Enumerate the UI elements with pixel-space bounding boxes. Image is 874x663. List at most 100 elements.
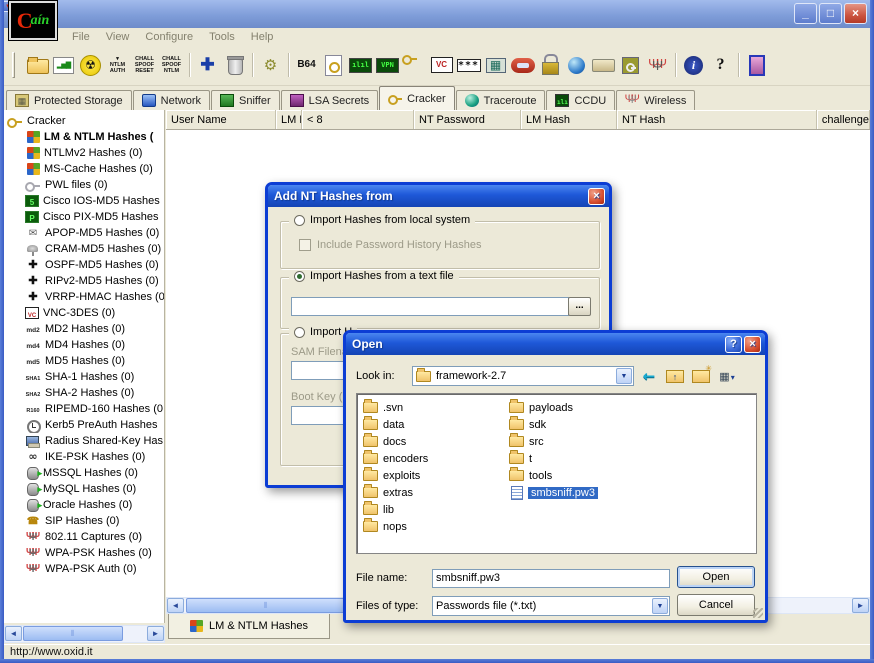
tree-item[interactable]: Kerb5 PreAuth Hashes xyxy=(4,417,164,433)
tree-item[interactable]: OSPF-MD5 Hashes (0) xyxy=(4,257,164,273)
help-icon[interactable]: ? xyxy=(725,336,742,353)
dialog-title-bar[interactable]: Add NT Hashes from × xyxy=(268,185,609,207)
folder-item[interactable]: lib xyxy=(363,501,428,518)
column-header[interactable]: User Name xyxy=(166,110,276,129)
apr-button[interactable] xyxy=(77,50,104,80)
maximize-button[interactable]: □ xyxy=(819,3,842,24)
tree-item[interactable]: SHA-2 Hashes (0) xyxy=(4,385,164,401)
dialup-decoder-button[interactable] xyxy=(590,50,617,80)
cisco-type7-decoder-button[interactable] xyxy=(347,50,374,80)
tree-item[interactable]: VRRP-HMAC Hashes (0 xyxy=(4,289,164,305)
hash-calculator-button[interactable] xyxy=(482,50,509,80)
folder-item[interactable]: payloads xyxy=(509,399,598,416)
tree-item[interactable]: RIPEMD-160 Hashes (0 xyxy=(4,401,164,417)
back-button[interactable]: ← xyxy=(638,366,660,386)
import-local-radio[interactable] xyxy=(294,215,305,226)
tree-item[interactable]: MD4 Hashes (0) xyxy=(4,337,164,353)
open-file-button[interactable] xyxy=(23,50,50,80)
folder-item[interactable]: t xyxy=(509,450,598,467)
folder-item[interactable]: docs xyxy=(363,433,428,450)
configure-button[interactable] xyxy=(257,50,284,80)
column-header[interactable]: NT Password xyxy=(414,110,521,129)
tree-item[interactable]: MD5 Hashes (0) xyxy=(4,353,164,369)
column-header[interactable]: LM Password xyxy=(276,110,302,129)
vnc-decoder-button[interactable] xyxy=(428,50,455,80)
import-textfile-radio[interactable] xyxy=(294,271,305,282)
tab-ccdu[interactable]: CCDU xyxy=(546,90,615,110)
tree-item[interactable]: WPA-PSK Hashes (0) xyxy=(4,545,164,561)
tree-item[interactable]: Cracker xyxy=(4,113,164,129)
tree-item[interactable]: MD2 Hashes (0) xyxy=(4,321,164,337)
password-history-checkbox[interactable] xyxy=(299,239,311,251)
tree-item[interactable]: RIPv2-MD5 Hashes (0) xyxy=(4,273,164,289)
tree-item[interactable]: VNC-3DES (0) xyxy=(4,305,164,321)
remote-desktop-decoder-button[interactable] xyxy=(563,50,590,80)
menu-help[interactable]: Help xyxy=(243,30,282,44)
access-decoder-button[interactable] xyxy=(320,50,347,80)
file-name-input[interactable] xyxy=(432,569,670,588)
scroll-thumb[interactable] xyxy=(186,598,346,613)
resize-grip[interactable] xyxy=(751,606,764,619)
tree-item[interactable]: LM & NTLM Hashes ( xyxy=(4,129,164,145)
view-menu-button[interactable]: ▦ xyxy=(716,366,738,386)
folder-item[interactable]: data xyxy=(363,416,428,433)
tree-item[interactable]: IKE-PSK Hashes (0) xyxy=(4,449,164,465)
scroll-right-icon[interactable]: ► xyxy=(852,598,869,613)
folder-item[interactable]: exploits xyxy=(363,467,428,484)
column-header[interactable]: LM Hash xyxy=(521,110,617,129)
folder-item[interactable]: sdk xyxy=(509,416,598,433)
tree-item[interactable]: WPA-PSK Auth (0) xyxy=(4,561,164,577)
tree-item[interactable]: SIP Hashes (0) xyxy=(4,513,164,529)
look-in-dropdown[interactable]: framework-2.7 ▼ xyxy=(412,366,634,386)
tree-item[interactable]: MSSQL Hashes (0) xyxy=(4,465,164,481)
chevron-down-icon[interactable]: ▼ xyxy=(616,368,632,384)
info-button[interactable] xyxy=(680,50,707,80)
tree-item[interactable]: SHA-1 Hashes (0) xyxy=(4,369,164,385)
new-folder-button[interactable] xyxy=(690,366,712,386)
scroll-left-icon[interactable]: ◄ xyxy=(5,626,22,641)
scroll-left-icon[interactable]: ◄ xyxy=(167,598,184,613)
tab-lm-ntlm-hashes[interactable]: LM & NTLM Hashes xyxy=(168,614,330,639)
base64-decoder-button[interactable] xyxy=(293,50,320,80)
scroll-thumb[interactable] xyxy=(23,626,123,641)
tab-sniffer[interactable]: Sniffer xyxy=(211,90,280,110)
minimize-button[interactable]: _ xyxy=(794,3,817,24)
cancel-button[interactable]: Cancel xyxy=(677,594,755,616)
title-bar[interactable] xyxy=(0,0,874,28)
remove-button[interactable] xyxy=(221,50,248,80)
selected-file-item[interactable]: smbsniff.pw3 xyxy=(509,484,598,501)
chall-spoof-ntlm-button[interactable] xyxy=(158,50,185,80)
add-to-list-button[interactable] xyxy=(194,50,221,80)
tab-cracker[interactable]: Cracker xyxy=(379,86,455,110)
folder-item[interactable]: nops xyxy=(363,518,428,535)
tree-item[interactable]: Oracle Hashes (0) xyxy=(4,497,164,513)
close-button[interactable]: × xyxy=(844,3,867,24)
files-of-type-dropdown[interactable]: Passwords file (*.txt) ▼ xyxy=(432,596,670,616)
close-icon[interactable]: × xyxy=(588,188,605,205)
column-header[interactable]: NT Hash xyxy=(617,110,817,129)
menu-tools[interactable]: Tools xyxy=(201,30,243,44)
column-header[interactable]: challenge xyxy=(817,110,870,129)
close-icon[interactable]: × xyxy=(744,336,761,353)
exit-button[interactable] xyxy=(743,50,770,80)
tree-item[interactable]: 802.11 Captures (0) xyxy=(4,529,164,545)
cisco-vpn-decoder-button[interactable] xyxy=(374,50,401,80)
menu-configure[interactable]: Configure xyxy=(137,30,201,44)
tree-item[interactable]: CRAM-MD5 Hashes (0) xyxy=(4,241,164,257)
textfile-path-input[interactable] xyxy=(291,297,569,316)
wireless-dump-button[interactable] xyxy=(644,50,671,80)
enterprise-manager-decoder-button[interactable] xyxy=(455,50,482,80)
tree-item[interactable]: PWL files (0) xyxy=(4,177,164,193)
tree-item[interactable]: Cisco PIX-MD5 Hashes xyxy=(4,209,164,225)
sidebar-horizontal-scrollbar[interactable]: ◄ ► xyxy=(4,625,165,643)
tree-item[interactable]: MS-Cache Hashes (0) xyxy=(4,161,164,177)
column-header[interactable]: < 8 xyxy=(302,110,414,129)
tree-item[interactable]: MySQL Hashes (0) xyxy=(4,481,164,497)
tab-protected-storage[interactable]: Protected Storage xyxy=(6,90,132,110)
panel-splitter[interactable] xyxy=(165,110,166,623)
tab-wireless[interactable]: Wireless xyxy=(616,90,695,110)
tree-item[interactable]: NTLMv2 Hashes (0) xyxy=(4,145,164,161)
key-decoder-button[interactable] xyxy=(617,50,644,80)
help-button[interactable] xyxy=(707,50,734,80)
tab-network[interactable]: Network xyxy=(133,90,210,110)
